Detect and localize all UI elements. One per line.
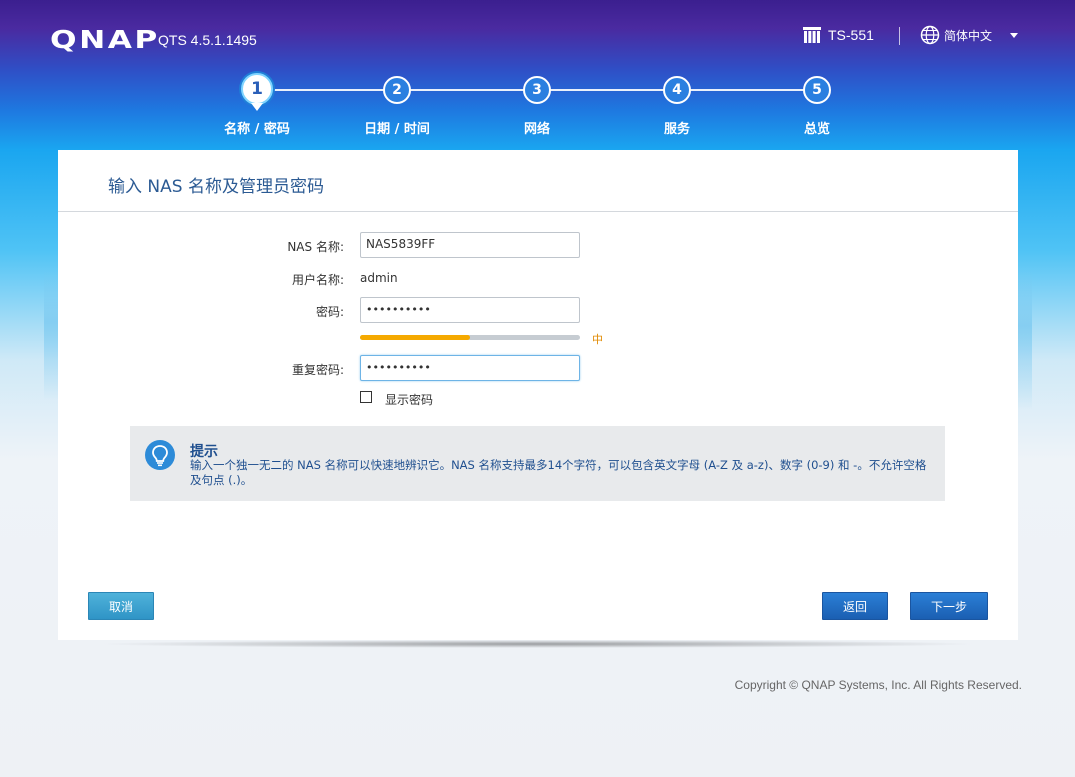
show-password-checkbox[interactable]: [360, 391, 372, 403]
qnap-logo: QNAP: [50, 25, 160, 54]
lightbulb-icon: [145, 440, 175, 470]
card-side-shade-right: [1018, 270, 1032, 410]
step-number: 4: [663, 76, 691, 104]
tip-text: 输入一个独一无二的 NAS 名称可以快速地辨识它。NAS 名称支持最多14个字符…: [190, 458, 927, 487]
username-label: 用户名称:: [291, 273, 344, 287]
card-side-shade-left: [44, 270, 58, 400]
confirm-password-input[interactable]: ••••••••••: [360, 355, 580, 381]
device-model: TS-551: [802, 26, 874, 44]
step-pointer-icon: [251, 103, 263, 111]
username-value: admin: [360, 271, 398, 285]
step-label: 日期 / 时间: [364, 122, 430, 137]
password-strength-fill: [360, 335, 470, 340]
password-label: 密码:: [315, 305, 344, 319]
language-selector[interactable]: 简体中文: [920, 25, 1019, 45]
password-strength-meter: [360, 335, 580, 340]
show-password-label[interactable]: 显示密码: [385, 391, 433, 408]
nas-name-input[interactable]: NAS5839FF: [360, 232, 580, 258]
page-title: 输入 NAS 名称及管理员密码: [108, 177, 324, 197]
tip-panel: 提示 输入一个独一无二的 NAS 名称可以快速地辨识它。NAS 名称支持最多14…: [130, 426, 945, 501]
step-label: 名称 / 密码: [224, 122, 290, 137]
header-divider: [899, 27, 900, 45]
step-number: 1: [241, 73, 273, 105]
step-number: 5: [803, 76, 831, 104]
firmware-version: QTS 4.5.1.1495: [158, 32, 257, 48]
copyright-text: Copyright © QNAP Systems, Inc. All Right…: [734, 678, 1022, 692]
step-label: 网络: [523, 122, 550, 137]
confirm-password-label: 重复密码:: [291, 363, 344, 377]
language-label: 简体中文: [944, 28, 993, 43]
card-shadow: [95, 640, 980, 648]
step-label: 服务: [663, 122, 690, 137]
next-button[interactable]: 下一步: [910, 592, 988, 620]
nas-name-label: NAS 名称:: [287, 240, 344, 254]
title-divider: [58, 211, 1018, 212]
chevron-down-icon: [1010, 32, 1019, 38]
step-number: 3: [523, 76, 551, 104]
password-strength-label: 中: [592, 333, 603, 346]
password-input[interactable]: ••••••••••: [360, 297, 580, 323]
step-number: 2: [383, 76, 411, 104]
nas-device-icon: [803, 27, 821, 43]
globe-icon: [920, 25, 940, 45]
cancel-button[interactable]: 取消: [88, 592, 154, 620]
back-button[interactable]: 返回: [822, 592, 888, 620]
setup-card: 输入 NAS 名称及管理员密码 NAS 名称: NAS5839FF 用户名称: …: [58, 150, 1018, 640]
device-model-label: TS-551: [828, 27, 874, 43]
step-label: 总览: [803, 122, 830, 137]
header-bar: QNAP QTS 4.5.1.1495 TS-551 简体中文 1 名称 / 密…: [0, 0, 1075, 150]
